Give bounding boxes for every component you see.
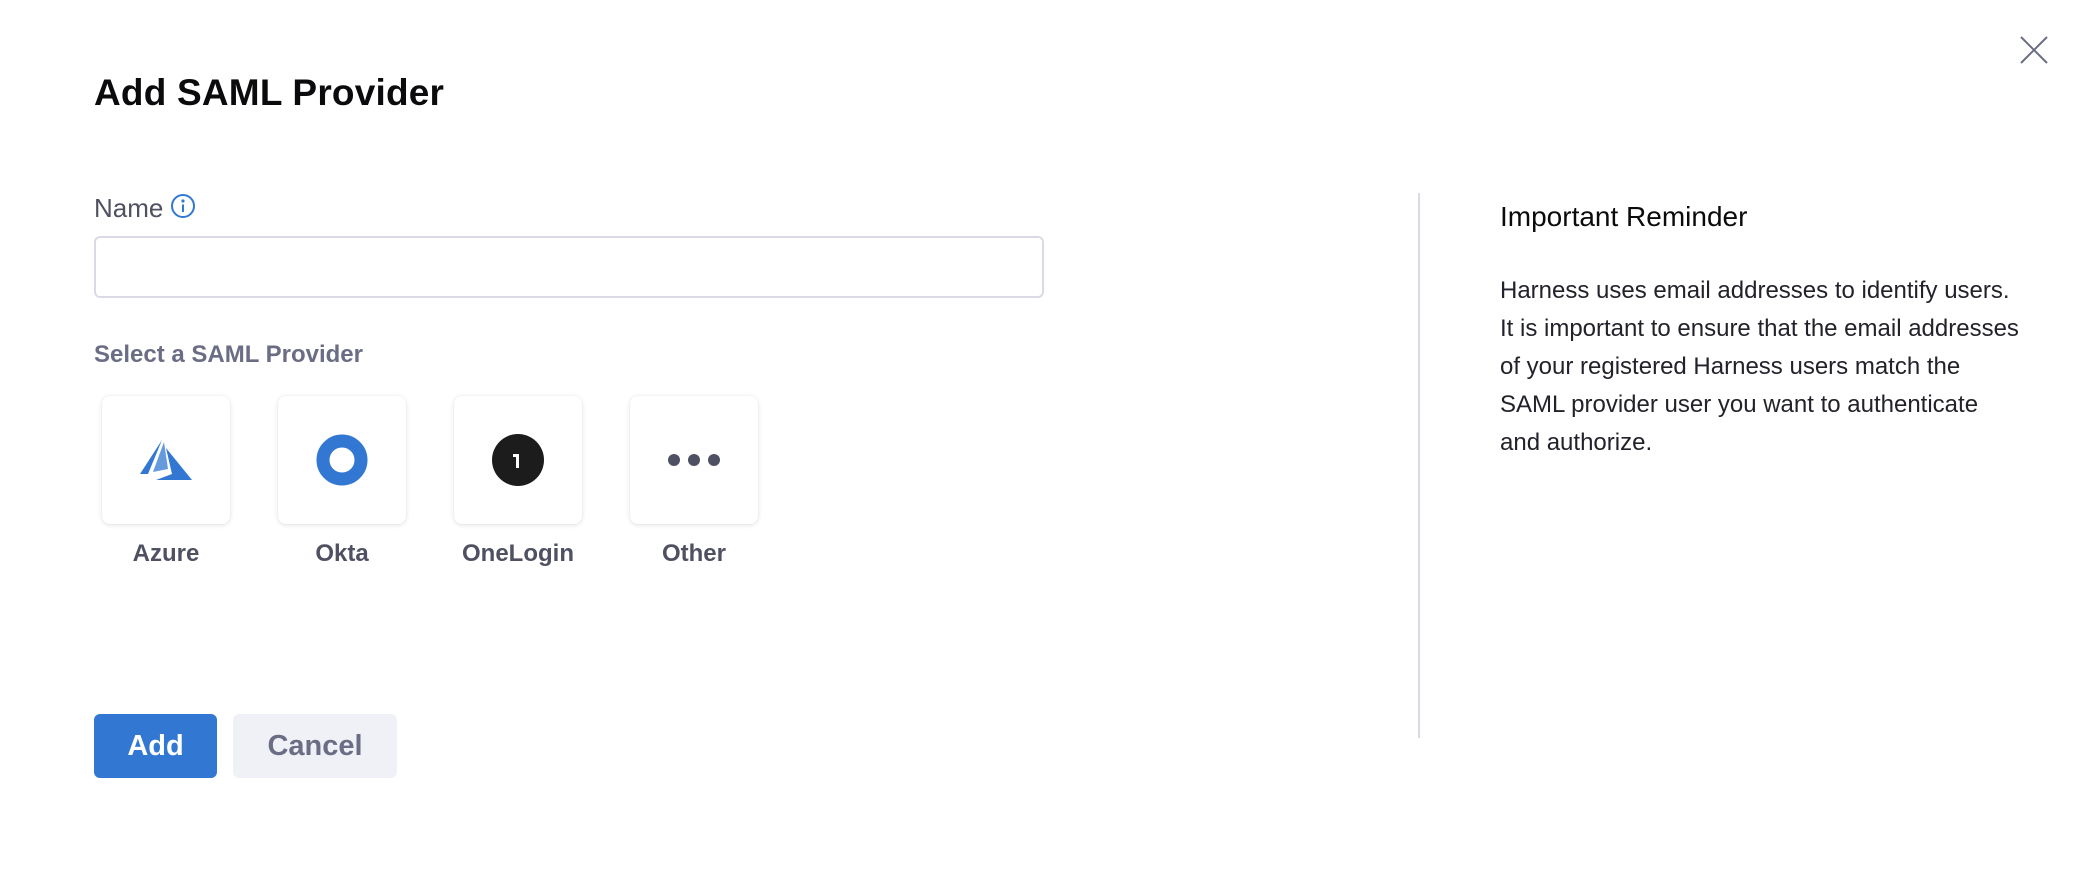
select-provider-label: Select a SAML Provider (94, 341, 363, 368)
onelogin-icon (492, 434, 544, 486)
name-input[interactable] (94, 236, 1044, 298)
name-label: Name (94, 193, 164, 223)
close-button[interactable] (2016, 32, 2052, 68)
provider-card[interactable] (102, 396, 230, 524)
divider (1418, 193, 1420, 738)
provider-label: Azure (132, 540, 200, 567)
provider-label: Other (661, 540, 726, 567)
provider-list: Azure Okta OneLogin Other (102, 396, 758, 568)
azure-icon (140, 440, 192, 480)
name-label-row: Name (94, 193, 196, 224)
provider-label: OneLogin (462, 540, 574, 567)
add-saml-provider-dialog: Add SAML Provider Name Select a SAML Pro… (0, 0, 2084, 869)
more-dots-icon (668, 454, 720, 466)
provider-onelogin[interactable]: OneLogin (454, 396, 582, 568)
provider-card[interactable] (630, 396, 758, 524)
reminder-title: Important Reminder (1500, 201, 1748, 232)
provider-card[interactable] (454, 396, 582, 524)
okta-icon (316, 434, 368, 486)
provider-label: Okta (315, 540, 369, 567)
provider-azure[interactable]: Azure (102, 396, 230, 568)
provider-okta[interactable]: Okta (278, 396, 406, 568)
reminder-body: Harness uses email addresses to identify… (1500, 277, 2019, 456)
add-button[interactable]: Add (94, 714, 217, 778)
info-icon[interactable] (170, 193, 196, 219)
cancel-button[interactable]: Cancel (233, 714, 397, 778)
provider-other[interactable]: Other (630, 396, 758, 568)
dialog-title: Add SAML Provider (94, 72, 445, 113)
provider-card[interactable] (278, 396, 406, 524)
close-icon[interactable] (2018, 34, 2050, 66)
